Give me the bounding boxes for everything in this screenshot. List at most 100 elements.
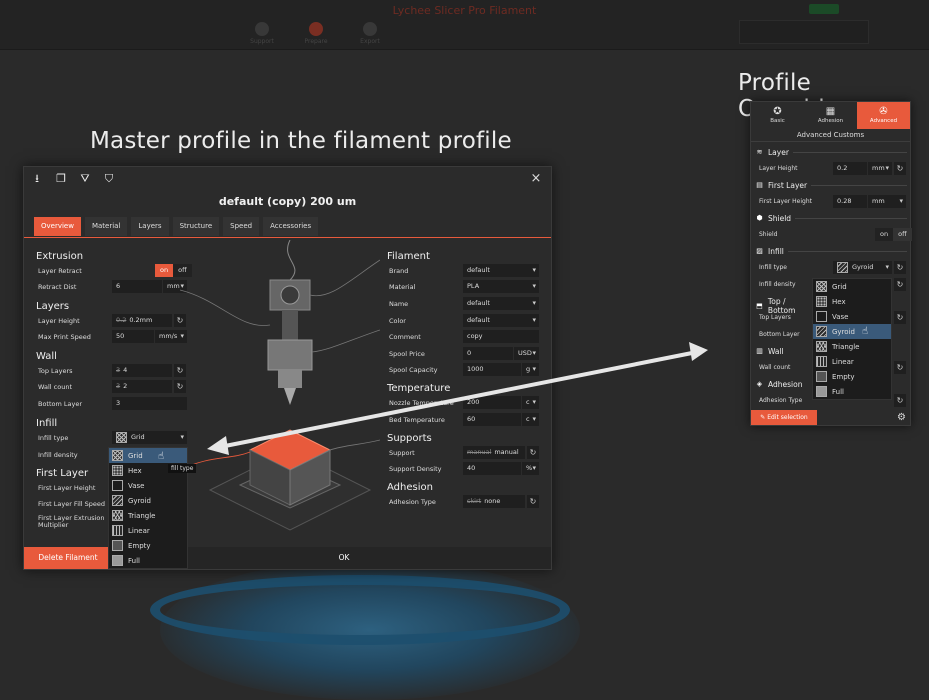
panel-layer-height-input[interactable]: 0.2: [833, 162, 867, 175]
panel-shield-toggle[interactable]: on off: [875, 228, 912, 241]
infill-option-gyroid[interactable]: Gyroid: [109, 493, 187, 508]
reset-icon[interactable]: ↻: [894, 162, 906, 175]
infill-option-full[interactable]: Full: [813, 384, 891, 399]
wall-count-input[interactable]: 32: [112, 380, 172, 393]
step-export-icon: [363, 22, 377, 36]
toggle-on[interactable]: on: [155, 264, 174, 277]
max-print-speed-input[interactable]: 50: [112, 330, 154, 343]
toggle-off[interactable]: off: [893, 228, 912, 241]
panel-shield-label: Shield: [759, 231, 778, 238]
tab-material[interactable]: Material: [84, 217, 128, 236]
infill-option-linear[interactable]: Linear: [109, 523, 187, 538]
step-export[interactable]: Export: [348, 18, 392, 46]
tab-advanced[interactable]: ✇ Advanced: [857, 102, 910, 129]
tab-accessories[interactable]: Accessories: [263, 217, 319, 236]
infill-type-select[interactable]: Grid: [112, 431, 187, 444]
spool-price-input[interactable]: 0: [463, 347, 513, 360]
reset-icon[interactable]: ↻: [894, 261, 906, 274]
top-layers-input[interactable]: 34: [112, 364, 172, 377]
delete-filament-button[interactable]: Delete Filament: [24, 547, 112, 569]
infill-option-grid[interactable]: Grid: [109, 448, 187, 463]
panel-first-layer-height-input[interactable]: 0.28: [833, 195, 867, 208]
brand-select[interactable]: default: [463, 264, 539, 277]
tab-speed[interactable]: Speed: [223, 217, 260, 236]
layer-height-input[interactable]: 0.2 0.2mm: [112, 314, 172, 327]
step-support[interactable]: Support: [240, 18, 284, 46]
infill-option-triangle[interactable]: Triangle: [813, 339, 891, 354]
tab-adhesion[interactable]: ▦ Adhesion: [804, 102, 857, 129]
spool-price-unit[interactable]: USD: [514, 347, 539, 360]
support-label: Support: [389, 449, 415, 457]
close-button[interactable]: ×: [529, 171, 543, 186]
nozzle-temperature-unit[interactable]: c: [522, 396, 539, 409]
tab-overview[interactable]: Overview: [34, 217, 81, 236]
reset-icon[interactable]: ↻: [894, 311, 906, 324]
award-icon: ✇: [879, 106, 888, 117]
dialog-title: default (copy) 200 um: [218, 195, 357, 208]
comment-input[interactable]: copy: [463, 330, 539, 343]
reset-icon[interactable]: ↻: [527, 495, 539, 508]
status-badge: [809, 4, 839, 14]
panel-first-layer-height-unit[interactable]: mm: [868, 195, 906, 208]
infill-option-vase[interactable]: Vase: [813, 309, 891, 324]
infill-option-vase[interactable]: Vase: [109, 478, 187, 493]
color-select[interactable]: default: [463, 314, 539, 327]
toggle-on[interactable]: on: [875, 228, 894, 241]
import-icon[interactable]: ⛛: [78, 172, 92, 186]
spool-capacity-unit[interactable]: g: [522, 363, 539, 376]
copy-icon[interactable]: ❐: [54, 172, 68, 186]
dialog-toolbar: ⭳ ❐ ⛛ ⛉: [24, 167, 551, 191]
top-bottom-icon: ⬒: [756, 301, 763, 310]
support-density-input[interactable]: 40: [463, 462, 521, 475]
section-temperature: Temperature: [387, 383, 451, 394]
bed-temperature-input[interactable]: 60: [463, 413, 521, 426]
section-first-layer: First Layer: [36, 468, 89, 479]
grid-pattern-icon: [112, 450, 123, 461]
nozzle-temperature-label: Nozzle Temperature: [389, 399, 454, 407]
edit-selection-button[interactable]: ✎ Edit selection: [751, 410, 817, 425]
infill-option-hex[interactable]: Hex: [813, 294, 891, 309]
spool-capacity-input[interactable]: 1000: [463, 363, 521, 376]
infill-option-empty[interactable]: Empty: [813, 369, 891, 384]
tab-layers[interactable]: Layers: [131, 217, 169, 236]
infill-option-empty[interactable]: Empty: [109, 538, 187, 553]
panel-layer-height-unit[interactable]: mm: [868, 162, 892, 175]
infill-option-gyroid[interactable]: Gyroid: [813, 324, 891, 339]
section-filament: Filament: [387, 251, 430, 262]
infill-option-linear[interactable]: Linear: [813, 354, 891, 369]
empty-pattern-icon: [112, 540, 123, 551]
step-prepare[interactable]: Prepare: [294, 18, 338, 46]
printer-selector[interactable]: [739, 20, 869, 44]
support-select[interactable]: manual manual: [463, 446, 525, 459]
shield-check-icon[interactable]: ⛉: [102, 172, 116, 186]
tab-basic[interactable]: ✪ Basic: [751, 102, 804, 129]
name-select[interactable]: default: [463, 297, 539, 310]
reset-icon[interactable]: ↻: [894, 361, 906, 374]
caption-master-profile: Master profile in the filament profile: [90, 128, 512, 154]
gear-icon[interactable]: ⚙: [897, 412, 906, 423]
bed-temperature-unit[interactable]: c: [522, 413, 539, 426]
adhesion-type-select[interactable]: skirt none: [463, 495, 525, 508]
material-select[interactable]: PLA: [463, 280, 539, 293]
panel-first-layer-height-label: First Layer Height: [759, 198, 813, 205]
spool-capacity-label: Spool Capacity: [389, 366, 438, 374]
reset-icon[interactable]: ↻: [894, 394, 906, 407]
section-adhesion: Adhesion: [387, 482, 433, 493]
bottom-layer-input[interactable]: 3: [112, 397, 187, 410]
panel-tabs: ✪ Basic ▦ Adhesion ✇ Advanced: [751, 102, 910, 129]
reset-icon[interactable]: ↻: [527, 446, 539, 459]
infill-option-full[interactable]: Full: [109, 553, 187, 568]
tab-structure[interactable]: Structure: [172, 217, 220, 236]
grid-pattern-icon: [816, 281, 827, 292]
nozzle-temperature-input[interactable]: 200: [463, 396, 521, 409]
download-icon[interactable]: ⭳: [30, 172, 44, 186]
infill-option-triangle[interactable]: Triangle: [109, 508, 187, 523]
reset-icon[interactable]: ↻: [894, 278, 906, 291]
panel-infill-type-select[interactable]: Gyroid: [833, 261, 892, 274]
retract-dist-input[interactable]: 6: [112, 280, 162, 293]
section-wall: Wall: [36, 351, 57, 362]
support-density-unit[interactable]: %: [522, 462, 539, 475]
panel-infill-density-label: Infill density: [759, 281, 796, 288]
step-support-icon: [255, 22, 269, 36]
infill-option-grid[interactable]: Grid: [813, 279, 891, 294]
